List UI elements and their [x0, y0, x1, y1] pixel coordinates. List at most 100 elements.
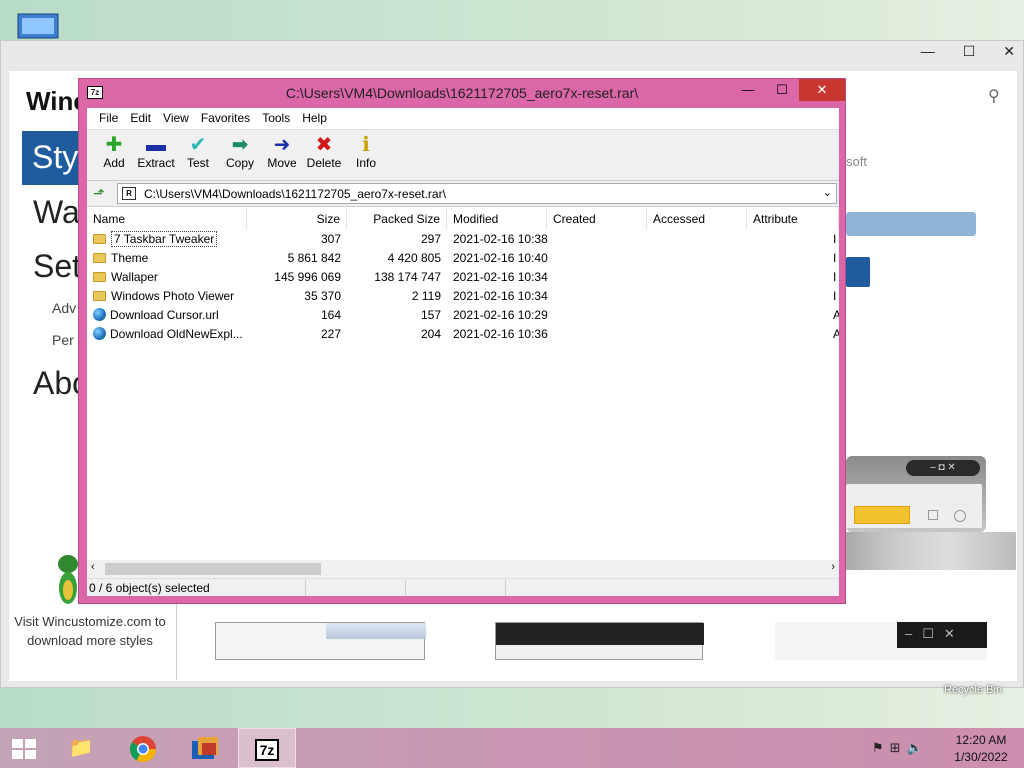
- bg-blue-button[interactable]: [846, 257, 870, 287]
- packed-size: 157: [420, 308, 441, 322]
- chrome-icon[interactable]: [114, 728, 172, 768]
- attributes: I: [833, 289, 837, 303]
- extract-button[interactable]: ▬ Extract: [135, 130, 177, 180]
- action-center-flag-icon[interactable]: ⚑: [872, 740, 890, 755]
- recycle-bin-label[interactable]: Recycle Bin: [944, 684, 1002, 696]
- menu-help[interactable]: Help: [296, 108, 333, 129]
- file-explorer-icon[interactable]: 📁: [52, 728, 110, 768]
- attributes: A: [833, 308, 839, 322]
- scrollbar-thumb[interactable]: [105, 563, 321, 575]
- menu-view[interactable]: View: [157, 108, 195, 129]
- windows-start-icon[interactable]: [10, 737, 38, 761]
- scroll-right-icon[interactable]: ›: [831, 561, 835, 573]
- file-name: Download Cursor.url: [110, 308, 219, 322]
- windows-app-icon[interactable]: [176, 728, 234, 768]
- bg-window-controls[interactable]: — ☐ ✕: [921, 43, 1015, 60]
- col-attributes[interactable]: Attribute: [747, 208, 839, 230]
- file-size: 35 370: [304, 289, 341, 303]
- minimize-icon[interactable]: —: [921, 43, 935, 60]
- modified-date: 2021-02-16 10:36: [453, 327, 548, 341]
- attributes: A: [833, 327, 839, 341]
- packed-size: 4 420 805: [387, 251, 441, 265]
- file-size: 227: [320, 327, 341, 341]
- menu-bar: File Edit View Favorites Tools Help: [87, 108, 839, 129]
- modified-date: 2021-02-16 10:40: [453, 251, 548, 265]
- copy-button[interactable]: ➡ Copy: [219, 130, 261, 180]
- minus-icon: ▬: [146, 134, 166, 156]
- taskbar: 📁 7z ⚑⊞🔈 12:20 AM 1/30/2022: [0, 728, 1024, 768]
- move-button[interactable]: ➜ Move: [261, 130, 303, 180]
- arrow-right-icon: ➜: [273, 134, 291, 156]
- minimize-button[interactable]: —: [731, 79, 765, 101]
- col-packed-size[interactable]: Packed Size: [347, 208, 447, 230]
- folder-icon: [93, 291, 106, 301]
- menu-file[interactable]: File: [93, 108, 124, 129]
- col-created[interactable]: Created: [547, 208, 647, 230]
- status-bar: 0 / 6 object(s) selected: [87, 578, 839, 596]
- table-row[interactable]: Windows Photo Viewer 35 370 2 119 2021-02-1…: [87, 287, 839, 306]
- table-row[interactable]: Wallaper 145 996 069 138 174 747 2021-02-16…: [87, 268, 839, 287]
- table-row[interactable]: Theme 5 861 842 4 420 805 2021-02-16 10:40 I: [87, 249, 839, 268]
- style-preview-3[interactable]: –☐✕: [775, 622, 987, 660]
- modified-date: 2021-02-16 10:38: [453, 232, 548, 246]
- col-name[interactable]: Name: [87, 208, 247, 230]
- folder-icon: [93, 234, 106, 244]
- visit-wincustomize-link[interactable]: Visit Wincustomize.com to download more …: [10, 612, 170, 650]
- clock[interactable]: 12:20 AM 1/30/2022: [946, 732, 1016, 766]
- chevron-down-icon[interactable]: ⌄: [823, 186, 832, 199]
- attributes: I: [833, 232, 837, 246]
- delete-button[interactable]: ✖ Delete: [303, 130, 345, 180]
- bg-nav-advanced[interactable]: Adv: [52, 300, 76, 316]
- file-name: Theme: [111, 251, 149, 265]
- folder-icon: [93, 272, 106, 282]
- file-size: 164: [320, 308, 341, 322]
- col-accessed[interactable]: Accessed: [647, 208, 747, 230]
- internet-shortcut-icon: [93, 308, 106, 321]
- table-row[interactable]: Download OldNewExpl... 227 204 2021-02-16 1…: [87, 325, 839, 344]
- packed-size: 138 174 747: [374, 270, 441, 284]
- col-size[interactable]: Size: [247, 208, 347, 230]
- horizontal-scrollbar[interactable]: ‹ ›: [87, 560, 839, 578]
- date: 1/30/2022: [954, 750, 1008, 764]
- computer-desktop-icon[interactable]: [14, 10, 62, 42]
- 7zip-title-bar[interactable]: 7z C:\Users\VM4\Downloads\1621172705_aer…: [79, 79, 845, 107]
- style-preview-aero[interactable]: – ◘ ✕: [846, 456, 986, 532]
- attributes: I: [833, 270, 837, 284]
- up-folder-icon[interactable]: ⬏: [93, 185, 109, 201]
- 7zip-client-area: File Edit View Favorites Tools Help ✚ Add…: [87, 108, 839, 596]
- close-icon[interactable]: ✕: [1003, 43, 1015, 60]
- add-button[interactable]: ✚ Add: [93, 130, 135, 180]
- 7zip-window: 7z C:\Users\VM4\Downloads\1621172705_aer…: [78, 78, 846, 604]
- internet-shortcut-icon: [93, 327, 106, 340]
- file-name: Windows Photo Viewer: [111, 289, 235, 303]
- close-button[interactable]: ✕: [799, 79, 845, 101]
- style-preview-1[interactable]: [215, 622, 426, 660]
- file-name: Download OldNewExpl...: [110, 327, 243, 341]
- table-row[interactable]: 7 Taskbar Tweaker 307 297 2021-02-16 10:38 I: [87, 230, 839, 249]
- col-modified[interactable]: Modified: [447, 208, 547, 230]
- style-preview-gray[interactable]: [846, 532, 1016, 570]
- double-arrow-icon: ➡: [231, 134, 249, 156]
- path-input[interactable]: R C:\Users\VM4\Downloads\1621172705_aero…: [117, 183, 837, 204]
- scroll-left-icon[interactable]: ‹: [91, 561, 95, 573]
- toolbar: ✚ Add ▬ Extract ✔ Test ➡ Copy ➜ Move ✖ Delete …: [87, 129, 839, 181]
- rar-file-icon: R: [122, 187, 136, 200]
- test-button[interactable]: ✔ Test: [177, 130, 219, 180]
- bg-nav-personal[interactable]: Per: [52, 332, 74, 348]
- volume-muted-icon[interactable]: 🔈: [907, 740, 929, 755]
- file-name: Wallaper: [111, 270, 158, 284]
- network-icon[interactable]: ⊞: [890, 740, 907, 755]
- style-preview-2[interactable]: [495, 622, 704, 660]
- check-icon: ✔: [189, 134, 207, 156]
- table-row[interactable]: Download Cursor.url 164 157 2021-02-16 10:2…: [87, 306, 839, 325]
- menu-tools[interactable]: Tools: [256, 108, 296, 129]
- search-icon[interactable]: ⚲: [988, 86, 1000, 106]
- maximize-icon[interactable]: ☐: [963, 43, 976, 60]
- menu-favorites[interactable]: Favorites: [195, 108, 256, 129]
- maximize-button[interactable]: ☐: [765, 79, 799, 101]
- info-button[interactable]: ℹ Info: [345, 130, 387, 180]
- menu-edit[interactable]: Edit: [124, 108, 157, 129]
- bg-nav-styles[interactable]: Styl: [22, 131, 85, 185]
- packed-size: 204: [420, 327, 441, 341]
- 7zip-taskbar-button[interactable]: 7z: [238, 728, 296, 768]
